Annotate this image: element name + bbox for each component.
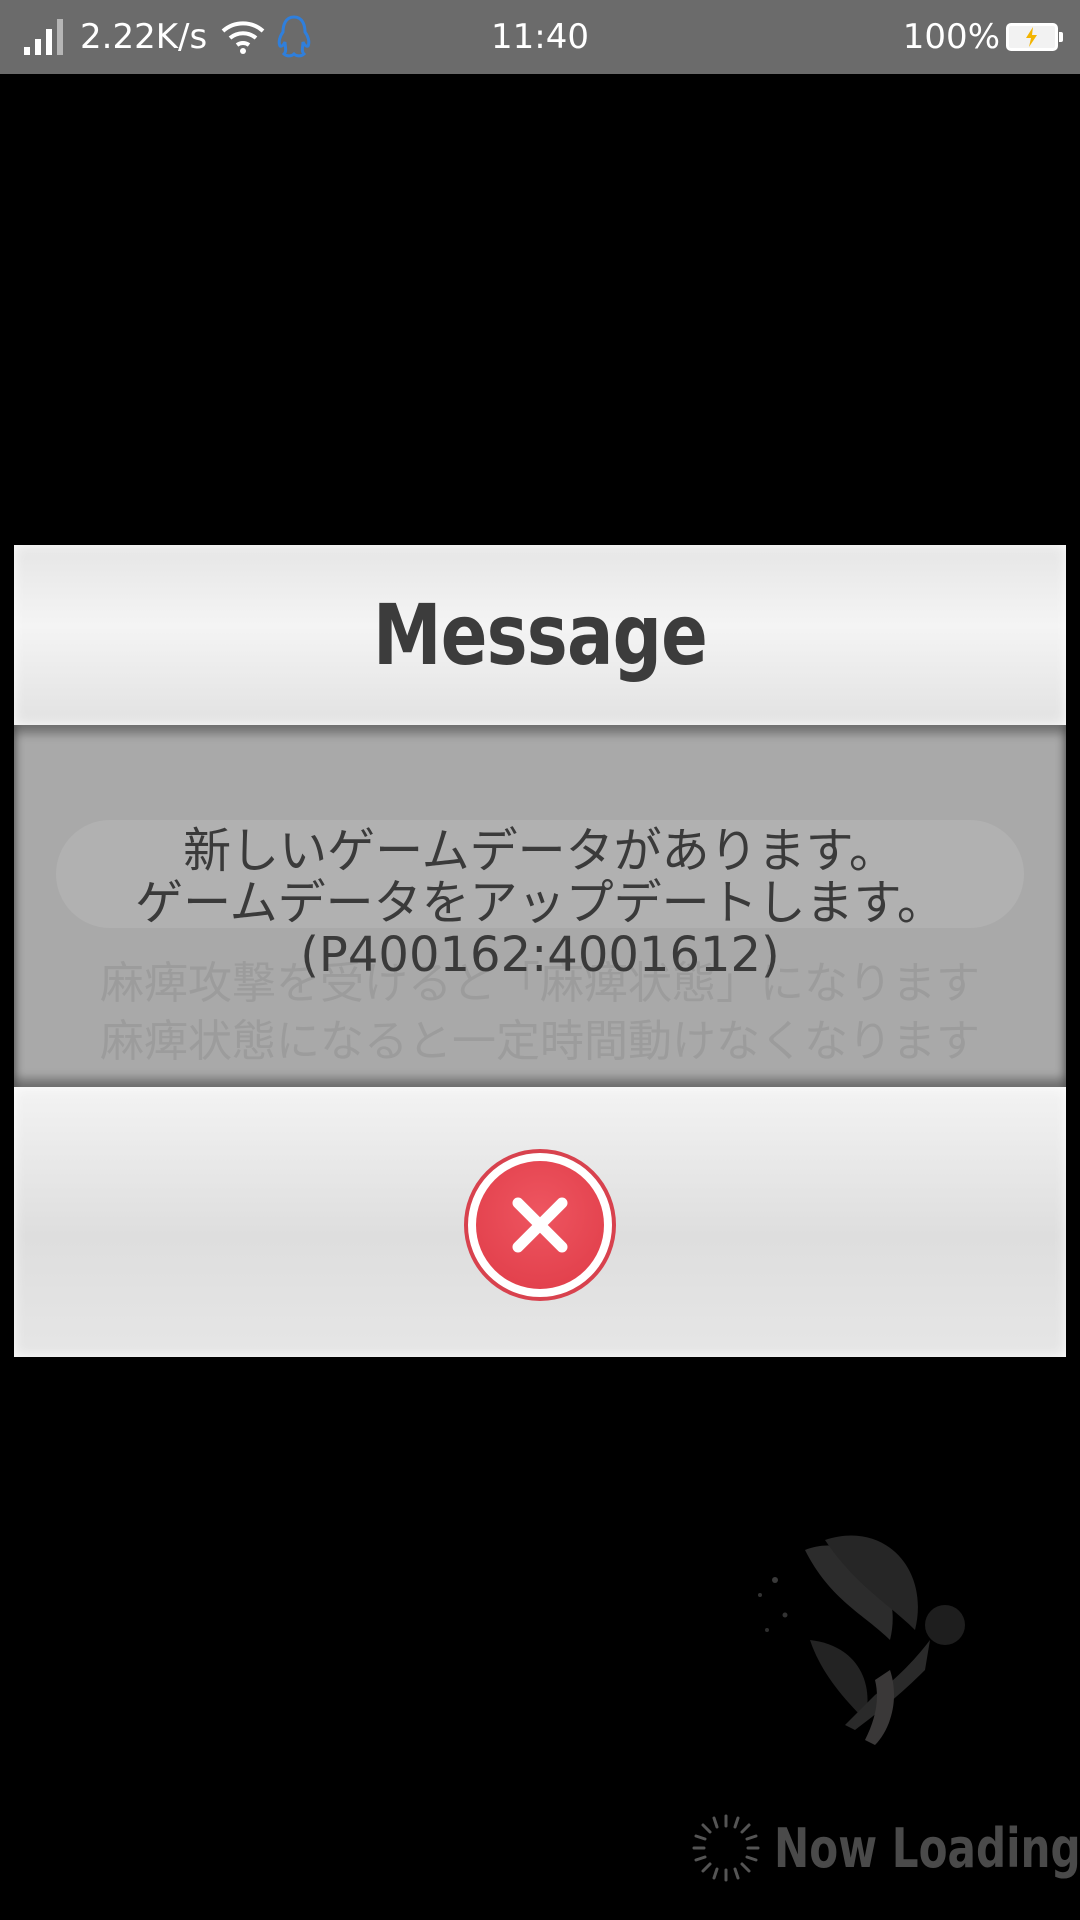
message-line: ゲームデータをアップデートします。 <box>135 875 945 931</box>
battery-charging-icon <box>1006 23 1063 51</box>
battery-percent: 100% <box>902 17 1000 57</box>
status-right: 100% <box>902 0 1063 74</box>
loading-indicator: Now Loading <box>690 1808 1080 1888</box>
dialog-message: 新しいゲームデータがあります。 ゲームデータをアップデートします。 (P4001… <box>14 825 1066 981</box>
screen: 2.22K/s 11:40 100% Message 麻痺攻撃を受けると「麻痺状… <box>0 0 1080 1920</box>
spinner-icon <box>692 1814 760 1882</box>
close-button-face <box>476 1161 604 1289</box>
loading-label: Now Loading <box>774 1816 1080 1880</box>
dialog-body: 麻痺攻撃を受けると「麻痺状態」になります 麻痺状態になると一定時間動けなくなりま… <box>14 725 1066 1087</box>
status-bar: 2.22K/s 11:40 100% <box>0 0 1080 74</box>
dialog-header: Message <box>14 545 1066 725</box>
close-button[interactable] <box>464 1149 616 1301</box>
message-line: (P400162:4001612) <box>300 927 780 983</box>
dialog-title: Message <box>372 586 708 684</box>
close-icon <box>512 1197 568 1253</box>
message-line: 新しいゲームデータがあります。 <box>183 823 897 879</box>
fairy-illustration <box>758 1535 965 1745</box>
background-tip-line: 麻痺状態になると一定時間動けなくなります <box>100 1016 980 1067</box>
message-dialog: Message 麻痺攻撃を受けると「麻痺状態」になります 麻痺状態になると一定時… <box>14 545 1066 1357</box>
